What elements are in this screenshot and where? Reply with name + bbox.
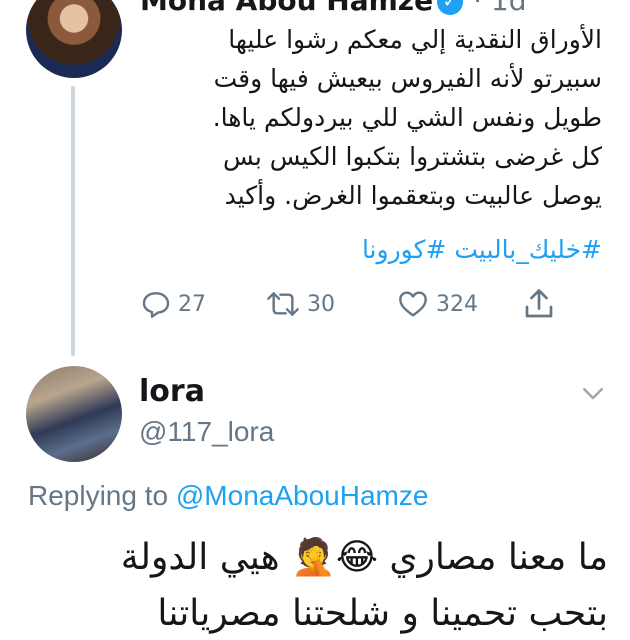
replying-prefix: Replying to <box>28 480 169 511</box>
retweet-icon <box>267 292 299 316</box>
tweet-text-line: سبيرتو لأنه الفيروس بيعيش فيها وقت <box>213 64 602 93</box>
tweet-text-line: يوصل عالبيت وبتعقموا الغرض. وأكيد <box>224 181 602 210</box>
retweet-count: 30 <box>307 291 335 317</box>
tweet-menu-button[interactable] <box>578 378 608 412</box>
like-button[interactable]: 324 <box>396 284 478 324</box>
tweet-text-line: كل غرضى بتشتروا بتكبوا الكيس بس <box>223 142 602 171</box>
replying-to: Replying to @MonaAbouHamze <box>28 480 428 512</box>
tweet-header: Mona Abou Hamze ✓ · 1d <box>140 0 527 17</box>
hashtag-links[interactable]: #خليك_بالبيت #كورونا <box>150 230 602 269</box>
avatar[interactable] <box>26 0 122 78</box>
tweet-text: الأوراق النقدية إلي معكم رشوا عليها سبير… <box>150 20 602 215</box>
reply-icon <box>142 292 170 318</box>
share-icon <box>525 289 553 318</box>
verified-badge-icon: ✓ <box>437 0 464 15</box>
tweet-text-line: الأوراق النقدية إلي معكم رشوا عليها <box>228 25 602 54</box>
share-button[interactable] <box>521 284 557 324</box>
hashtags[interactable]: #خليك_بالبيت #كورونا <box>362 235 602 264</box>
reply-button[interactable]: 27 <box>140 284 206 324</box>
tweet-time: · 1d <box>473 0 527 17</box>
replying-to-handle[interactable]: @MonaAbouHamze <box>176 480 429 511</box>
avatar[interactable] <box>26 366 122 462</box>
chevron-down-icon <box>583 388 603 400</box>
author-name[interactable]: lora <box>139 374 205 409</box>
reply-count: 27 <box>178 291 206 317</box>
author-handle[interactable]: @117_lora <box>139 416 274 448</box>
tweet-text-line: طويل ونفس الشي للي بيردولكم ياها. <box>212 103 602 132</box>
thread-connector-line <box>71 86 75 356</box>
retweet-button[interactable]: 30 <box>265 284 335 324</box>
tweet-text-line: ما معنا مصاري 😂🤦 هيي الدولة <box>120 537 608 578</box>
author-name[interactable]: Mona Abou Hamze <box>140 0 433 17</box>
like-count: 324 <box>436 291 478 317</box>
tweet-text-line: بتحب تحمينا و شلحتنا مصرياتنا <box>157 593 608 634</box>
heart-icon <box>399 291 427 317</box>
